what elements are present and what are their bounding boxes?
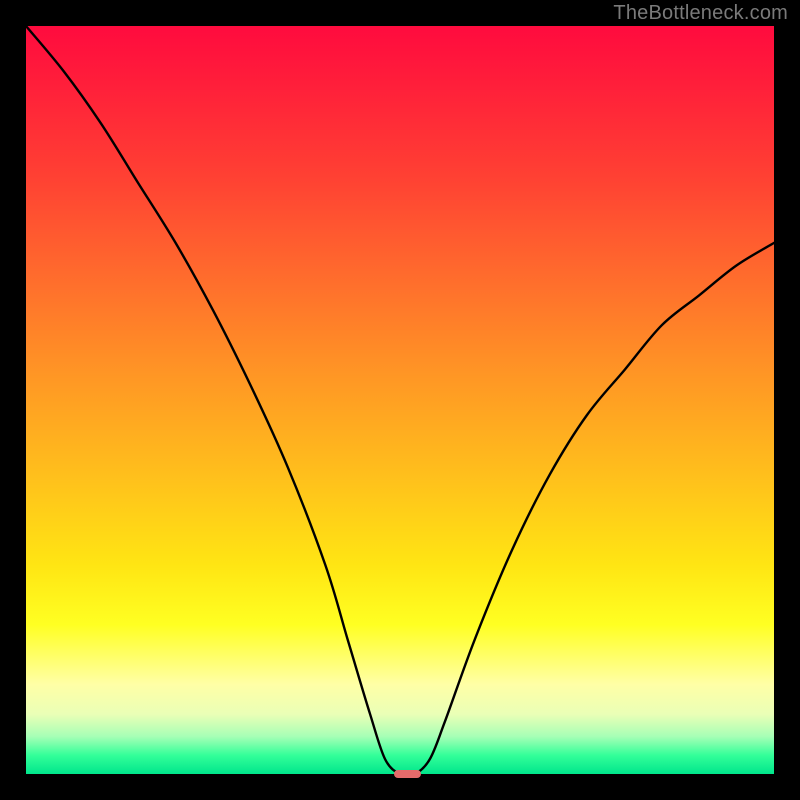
plot-heatmap-background <box>26 26 774 774</box>
chart-frame: TheBottleneck.com <box>0 0 800 800</box>
watermark-text: TheBottleneck.com <box>613 2 788 25</box>
optimal-point-marker <box>394 770 420 779</box>
